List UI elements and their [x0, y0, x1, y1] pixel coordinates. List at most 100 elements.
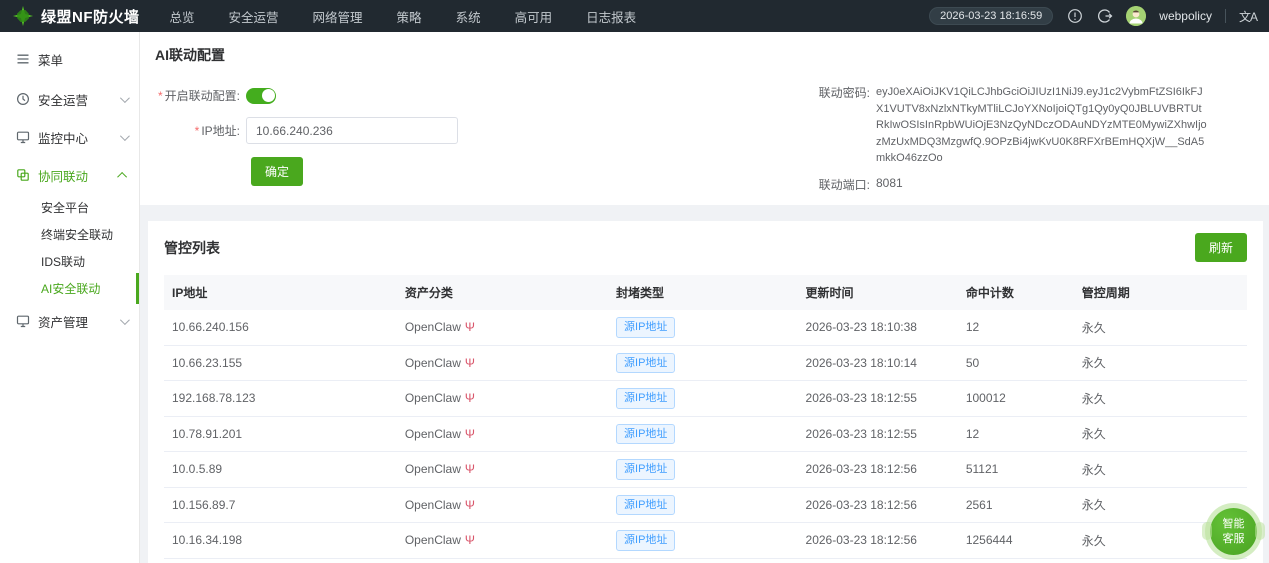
cell-block-type: 源IP地址: [608, 487, 798, 523]
control-table: IP地址 资产分类 封堵类型 更新时间 命中计数 管控周期 10.66.240.…: [164, 275, 1247, 563]
top-navigation: 总览 安全运营 网络管理 策略 系统 高可用 日志报表: [170, 7, 637, 26]
ip-label: *IP地址:: [155, 122, 240, 139]
cell-asset: OpenClawΨ: [397, 381, 608, 417]
cell-ip: 10.16.34.198: [164, 523, 397, 559]
sidebar-subitem-label: IDS联动: [41, 253, 85, 270]
cell-updated: 2026-03-23 18:12:56: [798, 558, 958, 563]
cell-block-type: 源IP地址: [608, 523, 798, 559]
sidebar-item-label: 资产管理: [38, 312, 88, 331]
asset-monitor-icon: [16, 314, 30, 328]
cell-ip: 10.66.240.156: [164, 310, 397, 345]
sidebar-subitem-security-platform[interactable]: 安全平台: [0, 194, 139, 221]
ip-address-input[interactable]: [246, 117, 458, 144]
sidebar-item-security-ops[interactable]: 安全运营: [0, 80, 139, 118]
info-icon[interactable]: [1066, 8, 1083, 25]
chevron-down-icon: [120, 131, 130, 141]
table-header-bar: 管控列表 刷新: [164, 233, 1247, 262]
sidebar-subitem-label: AI安全联动: [41, 280, 100, 297]
cell-updated: 2026-03-23 18:12:56: [798, 452, 958, 488]
user-avatar[interactable]: [1126, 6, 1146, 26]
cell-updated: 2026-03-23 18:10:14: [798, 345, 958, 381]
nav-policy[interactable]: 策略: [397, 7, 422, 26]
sidebar: 菜单 安全运营 监控中心: [0, 32, 140, 563]
cell-ip: 10.66.23.155: [164, 345, 397, 381]
asset-name: OpenClaw: [405, 427, 461, 441]
nav-network-mgmt[interactable]: 网络管理: [313, 7, 363, 26]
confirm-button[interactable]: 确定: [251, 157, 303, 186]
col-updated: 更新时间: [798, 275, 958, 310]
cell-ip: 10.45.12.245: [164, 558, 397, 563]
ip-label-text: IP地址:: [201, 124, 240, 138]
claw-icon: Ψ: [465, 498, 475, 512]
asset-name: OpenClaw: [405, 391, 461, 405]
topbar-right: 2026-03-23 18:16:59 webpolicy 文A: [929, 6, 1257, 26]
cell-block-type: 源IP地址: [608, 310, 798, 345]
table-header-row: IP地址 资产分类 封堵类型 更新时间 命中计数 管控周期: [164, 275, 1247, 310]
control-list-card: 管控列表 刷新 IP地址 资产分类 封堵类型 更新时间 命中计数 管控周期: [148, 221, 1263, 563]
cell-period: 永久: [1074, 345, 1247, 381]
source-ip-tag: 源IP地址: [616, 530, 675, 551]
cell-asset: OpenClawΨ: [397, 558, 608, 563]
cell-period: 永久: [1074, 452, 1247, 488]
cell-block-type: 源IP地址: [608, 381, 798, 417]
col-hits: 命中计数: [958, 275, 1074, 310]
sidebar-item-label: 协同联动: [38, 166, 88, 185]
nav-overview[interactable]: 总览: [170, 7, 195, 26]
cell-asset: OpenClawΨ: [397, 310, 608, 345]
asset-name: OpenClaw: [405, 498, 461, 512]
logout-icon[interactable]: [1096, 8, 1113, 25]
config-title: AI联动配置: [155, 45, 1254, 65]
monitor-icon: [16, 130, 30, 144]
nav-log-report[interactable]: 日志报表: [586, 7, 636, 26]
sidebar-item-collab-linkage[interactable]: 协同联动: [0, 156, 139, 194]
claw-icon: Ψ: [465, 533, 475, 547]
chevron-down-icon: [120, 315, 130, 325]
linkage-icon: [16, 168, 30, 182]
toggle-knob: [262, 89, 275, 102]
cell-hits: 50: [958, 345, 1074, 381]
source-ip-tag: 源IP地址: [616, 353, 675, 374]
port-label: 联动端口:: [790, 176, 870, 193]
toggle-label: *开启联动配置:: [155, 87, 240, 104]
cell-period: 永久: [1074, 381, 1247, 417]
cell-asset: OpenClawΨ: [397, 416, 608, 452]
sidebar-menu-toggle[interactable]: 菜单: [0, 38, 139, 80]
table-title: 管控列表: [164, 238, 220, 258]
nav-ha[interactable]: 高可用: [515, 7, 553, 26]
cell-asset: OpenClawΨ: [397, 452, 608, 488]
table-row: 10.45.12.245 OpenClawΨ 源IP地址 2026-03-23 …: [164, 558, 1247, 563]
cell-hits: 1256444: [958, 523, 1074, 559]
topbar-divider: [1225, 9, 1226, 23]
sidebar-subitem-ids-linkage[interactable]: IDS联动: [0, 248, 139, 275]
language-switch-icon[interactable]: 文A: [1239, 8, 1257, 25]
linkage-enable-toggle[interactable]: [246, 88, 276, 104]
cell-updated: 2026-03-23 18:12:55: [798, 416, 958, 452]
sidebar-subitem-ai-security-linkage[interactable]: AI安全联动: [0, 275, 139, 302]
cell-hits: 100012: [958, 381, 1074, 417]
cell-ip: 10.156.89.7: [164, 487, 397, 523]
sidebar-item-label: 监控中心: [38, 128, 88, 147]
cell-hits: 12: [958, 310, 1074, 345]
refresh-button[interactable]: 刷新: [1195, 233, 1247, 262]
nav-security-ops[interactable]: 安全运营: [229, 7, 279, 26]
main-content: AI联动配置 *开启联动配置: *IP地址: 确定 联动密码: eyJ0eXAi…: [140, 32, 1269, 563]
source-ip-tag: 源IP地址: [616, 459, 675, 480]
nsfocus-logo-icon: [12, 5, 34, 27]
cell-period: 永久: [1074, 558, 1247, 563]
table-row: 192.168.78.123 OpenClawΨ 源IP地址 2026-03-2…: [164, 381, 1247, 417]
chevron-down-icon: [120, 93, 130, 103]
cell-ip: 10.0.5.89: [164, 452, 397, 488]
nav-system[interactable]: 系统: [456, 7, 481, 26]
sidebar-subitem-endpoint-linkage[interactable]: 终端安全联动: [0, 221, 139, 248]
col-block-type: 封堵类型: [608, 275, 798, 310]
cell-updated: 2026-03-23 18:12:55: [798, 381, 958, 417]
chevron-up-icon: [117, 171, 127, 181]
username[interactable]: webpolicy: [1159, 9, 1212, 23]
cell-period: 永久: [1074, 416, 1247, 452]
sidebar-item-asset-mgmt[interactable]: 资产管理: [0, 302, 139, 340]
brand: 绿盟NF防火墙: [12, 5, 140, 27]
table-row: 10.0.5.89 OpenClawΨ 源IP地址 2026-03-23 18:…: [164, 452, 1247, 488]
smart-customer-service-button[interactable]: 智能 客服: [1210, 508, 1257, 555]
claw-icon: Ψ: [465, 462, 475, 476]
sidebar-item-monitor-center[interactable]: 监控中心: [0, 118, 139, 156]
